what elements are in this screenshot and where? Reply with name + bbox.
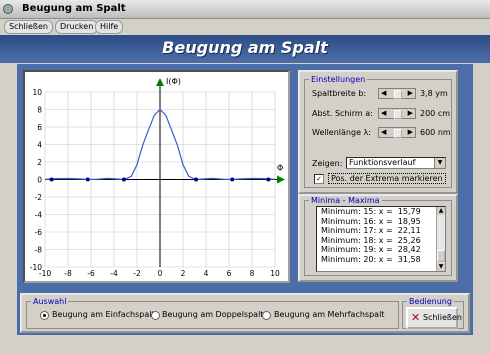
x-tick-label: 0 bbox=[158, 269, 163, 278]
abstand-value: 200 cm bbox=[420, 109, 451, 118]
x-axis-label: Φ bbox=[277, 164, 283, 173]
wellenlaenge-slider[interactable]: ◀ ▶ bbox=[378, 127, 416, 138]
y-tick-label: 10 bbox=[32, 88, 42, 97]
wellenlaenge-label: Wellenlänge λ: bbox=[312, 128, 371, 137]
abstand-label: Abst. Schirm a: bbox=[312, 109, 373, 118]
spaltbreite-label: Spaltbreite b: bbox=[312, 89, 367, 98]
slider-right-icon[interactable]: ▶ bbox=[408, 89, 413, 98]
x-tick-label: -2 bbox=[133, 269, 141, 278]
y-axis-arrow-icon bbox=[156, 78, 164, 86]
y-tick-label: -8 bbox=[35, 246, 43, 255]
slider-right-icon[interactable]: ▶ bbox=[408, 128, 413, 137]
zeigen-label: Zeigen: bbox=[312, 159, 343, 168]
zeigen-selected: Funktionsverlauf bbox=[349, 158, 416, 167]
y-tick-label: 8 bbox=[37, 106, 42, 115]
zeigen-dropdown[interactable]: Funktionsverlauf ▼ bbox=[346, 157, 446, 169]
slider-left-icon[interactable]: ◀ bbox=[381, 109, 386, 118]
slider-thumb[interactable] bbox=[394, 90, 402, 99]
status-bar bbox=[0, 340, 490, 354]
scroll-thumb[interactable] bbox=[437, 250, 445, 262]
slider-left-icon[interactable]: ◀ bbox=[381, 89, 386, 98]
list-scrollbar[interactable]: ▲ ▼ bbox=[436, 207, 445, 271]
x-tick-label: 4 bbox=[204, 269, 209, 278]
extrema-checkbox-label[interactable]: Pos. der Extrema markieren bbox=[328, 173, 446, 184]
x-tick-label: 10 bbox=[270, 269, 280, 278]
menu-hilfe[interactable]: Hilfe bbox=[95, 20, 124, 34]
slider-thumb[interactable] bbox=[394, 110, 402, 119]
wellenlaenge-value: 600 nm bbox=[420, 128, 451, 137]
y-tick-label: 0 bbox=[37, 176, 42, 185]
settings-legend: Einstellungen bbox=[311, 75, 366, 84]
x-tick-label: 8 bbox=[250, 269, 255, 278]
extremum-marker bbox=[121, 177, 126, 182]
extremum-marker bbox=[266, 177, 271, 182]
y-tick-label: 4 bbox=[37, 141, 42, 150]
x-tick-label: 6 bbox=[227, 269, 232, 278]
y-tick-label: -6 bbox=[35, 228, 43, 237]
radio-doppelspalt-label[interactable]: Beugung am Doppelspalt bbox=[162, 310, 263, 319]
radio-einfachspalt-label[interactable]: Beugung am Einfachspalt bbox=[52, 310, 155, 319]
menu-drucken[interactable]: Drucken bbox=[55, 20, 99, 34]
radio-doppelspalt[interactable] bbox=[151, 311, 160, 320]
menu-schliessen[interactable]: Schließen bbox=[4, 20, 53, 34]
close-button-label: Schließen bbox=[423, 313, 462, 322]
list-item: Minimum: 17: x = 22,11 bbox=[321, 226, 421, 235]
slider-left-icon[interactable]: ◀ bbox=[381, 128, 386, 137]
list-item: Minimum: 16: x = 18,95 bbox=[321, 216, 421, 226]
radio-einfachspalt[interactable] bbox=[40, 311, 49, 320]
extremum-marker bbox=[230, 177, 235, 182]
list-item: Minimum: 18: x = 25,26 bbox=[321, 235, 421, 245]
minmax-list[interactable]: Minimum: 15: x = 15,79 Minimum: 16: x = … bbox=[316, 206, 446, 272]
scroll-up-icon[interactable]: ▲ bbox=[437, 207, 445, 215]
slider-thumb[interactable] bbox=[394, 129, 402, 138]
spaltbreite-value: 3,8 ym bbox=[420, 89, 448, 98]
list-item: Minimum: 15: x = 15,79 bbox=[321, 207, 421, 216]
close-icon: ✕ bbox=[411, 311, 421, 324]
window-controls[interactable] bbox=[3, 4, 14, 17]
slider-right-icon[interactable]: ▶ bbox=[408, 109, 413, 118]
close-button[interactable]: ✕ Schließen bbox=[406, 307, 462, 329]
plot-frame: -10 -8 -6 -4 -2 0 2 4 6 8 10 10 8 6 4 2 0 -2 -4 -6 -8 -10 I(Φ)… bbox=[23, 70, 290, 283]
y-axis-label: I(Φ) bbox=[166, 77, 181, 86]
abstand-slider[interactable]: ◀ ▶ bbox=[378, 108, 416, 119]
y-tick-label: 6 bbox=[37, 123, 42, 132]
banner: Beugung am Spalt bbox=[0, 35, 490, 63]
bottom-panel: Auswahl Beugung am Einfachspalt Beugung … bbox=[20, 293, 470, 333]
list-item: Minimum: 19: x = 28,42 bbox=[321, 245, 421, 254]
settings-panel: Einstellungen Spaltbreite b: ◀ ▶ 3,8 ym A… bbox=[298, 70, 458, 194]
extremum-marker bbox=[194, 177, 199, 182]
x-axis-arrow-icon bbox=[277, 175, 285, 184]
chevron-down-icon[interactable]: ▼ bbox=[434, 158, 445, 168]
radio-mehrfachspalt[interactable] bbox=[262, 311, 271, 320]
y-tick-label: 2 bbox=[37, 158, 42, 167]
y-tick-label: -2 bbox=[35, 193, 43, 202]
spaltbreite-slider[interactable]: ◀ ▶ bbox=[378, 88, 416, 99]
auswahl-legend: Auswahl bbox=[33, 297, 67, 306]
window-title: Beugung am Spalt bbox=[22, 3, 126, 14]
y-tick-label: -4 bbox=[35, 211, 43, 220]
window-close-dot[interactable] bbox=[3, 4, 13, 14]
scroll-down-icon[interactable]: ▼ bbox=[437, 263, 445, 271]
minmax-legend: Minima - Maxima bbox=[311, 196, 380, 205]
extrema-checkbox[interactable]: ✓ bbox=[314, 174, 324, 184]
x-tick-label: -4 bbox=[110, 269, 118, 278]
banner-title: Beugung am Spalt bbox=[162, 38, 328, 57]
diffraction-plot: -10 -8 -6 -4 -2 0 2 4 6 8 101086420-2-4-6-8-10I(Φ)… bbox=[30, 77, 285, 278]
x-tick-label: 2 bbox=[181, 269, 186, 278]
list-item: Minimum: 20: x = 31,58 bbox=[321, 254, 421, 264]
radio-mehrfachspalt-label[interactable]: Beugung am Mehrfachspalt bbox=[274, 310, 384, 319]
extremum-marker bbox=[85, 177, 90, 182]
minmax-panel: Minima - Maxima Minimum: 15: x = 15,79 M… bbox=[298, 194, 458, 282]
x-tick-label: -6 bbox=[87, 269, 95, 278]
bedienung-legend: Bedienung bbox=[409, 297, 452, 306]
x-tick-label: -8 bbox=[64, 269, 72, 278]
menu-bar: Schließen Drucken Hilfe bbox=[0, 19, 490, 34]
y-tick-label: -10 bbox=[30, 263, 42, 272]
extremum-marker bbox=[49, 177, 54, 182]
title-bar: Beugung am Spalt bbox=[0, 0, 490, 19]
